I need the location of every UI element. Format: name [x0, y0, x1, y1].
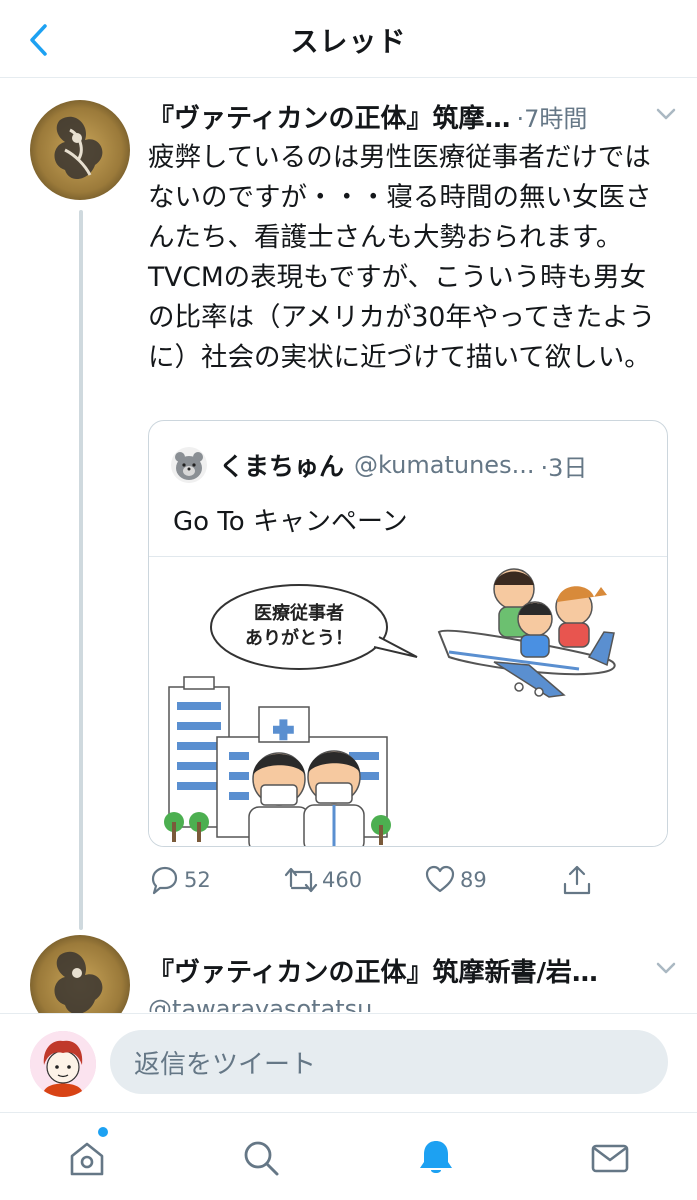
bottom-tab-bar	[0, 1112, 697, 1200]
home-icon	[70, 1142, 104, 1176]
like-count: 89	[460, 868, 487, 892]
retweet-count: 460	[322, 868, 363, 892]
speech-line-2: ありがとう！	[245, 627, 353, 649]
author-avatar[interactable]	[30, 100, 130, 200]
page-title: スレッド	[290, 25, 407, 58]
chevron-down-icon	[656, 108, 676, 120]
quoted-author-name: くまちゅん	[219, 452, 345, 481]
tweet-header-2: 『ヴァティカンの正体』筑摩新書/岩…	[148, 952, 678, 988]
retweet-icon	[284, 867, 318, 893]
quoted-tweet-timestamp: ·3日	[540, 453, 588, 482]
illustration: 医療従事者 ありがとう！	[164, 568, 616, 846]
share-button[interactable]	[562, 860, 592, 900]
tab-notifications[interactable]	[411, 1133, 461, 1183]
like-button[interactable]: 89	[424, 860, 487, 900]
search-icon	[244, 1141, 279, 1176]
chevron-down-icon	[656, 962, 676, 974]
reply-icon	[151, 866, 178, 895]
current-user-avatar[interactable]	[30, 1031, 96, 1097]
home-unread-dot	[98, 1127, 108, 1137]
reply-input-placeholder: 返信をツイート	[134, 1049, 317, 1080]
quoted-author-avatar	[171, 447, 207, 483]
tweet-timestamp[interactable]: ·7時間	[516, 99, 587, 134]
thread-connector-line	[79, 210, 83, 930]
share-icon	[563, 865, 591, 895]
heart-icon	[425, 865, 455, 893]
tweet-header: 『ヴァティカンの正体』筑摩… ·7時間	[148, 98, 678, 134]
quoted-tweet-header: くまちゅん @kumatunes... ·3日	[171, 447, 637, 483]
speech-line-1: 医療従事者	[254, 602, 344, 624]
bell-icon	[420, 1141, 452, 1173]
tweet-actions: 52 460 89	[148, 860, 668, 900]
tab-search[interactable]	[236, 1133, 286, 1183]
author-handle-2: @tawarayasotatsu	[148, 995, 373, 1012]
tab-messages[interactable]	[585, 1133, 635, 1183]
author-name[interactable]: 『ヴァティカンの正体』筑摩…	[148, 98, 510, 135]
speech-bubble: 医療従事者 ありがとう！	[210, 584, 418, 670]
author-name-2[interactable]: 『ヴァティカンの正体』筑摩新書/岩…	[148, 952, 598, 989]
quoted-author-handle: @kumatunes...	[354, 451, 535, 479]
navigation-header: スレッド	[0, 0, 697, 78]
mail-icon	[591, 1144, 629, 1173]
tab-home[interactable]	[62, 1133, 112, 1183]
tweet-menu-button[interactable]	[654, 102, 678, 130]
tweet-menu-button-2[interactable]	[654, 956, 678, 984]
reply-composer: 返信をツイート	[0, 1013, 697, 1110]
reply-count: 52	[184, 868, 211, 892]
tweet-body: 疲弊しているのは男性医療従事者だけではないのですが・・・寝る時間の無い女医さんた…	[148, 142, 656, 373]
reply-button[interactable]: 52	[148, 860, 211, 900]
retweet-button[interactable]: 460	[284, 860, 362, 900]
reply-input[interactable]: 返信をツイート	[110, 1030, 668, 1094]
quoted-tweet-image[interactable]: 医療従事者 ありがとう！	[149, 556, 667, 846]
quoted-tweet-card[interactable]: くまちゅん @kumatunes... ·3日 Go To キャンペーン 医療従…	[148, 420, 668, 847]
quoted-tweet-body: Go To キャンペーン	[173, 507, 408, 537]
